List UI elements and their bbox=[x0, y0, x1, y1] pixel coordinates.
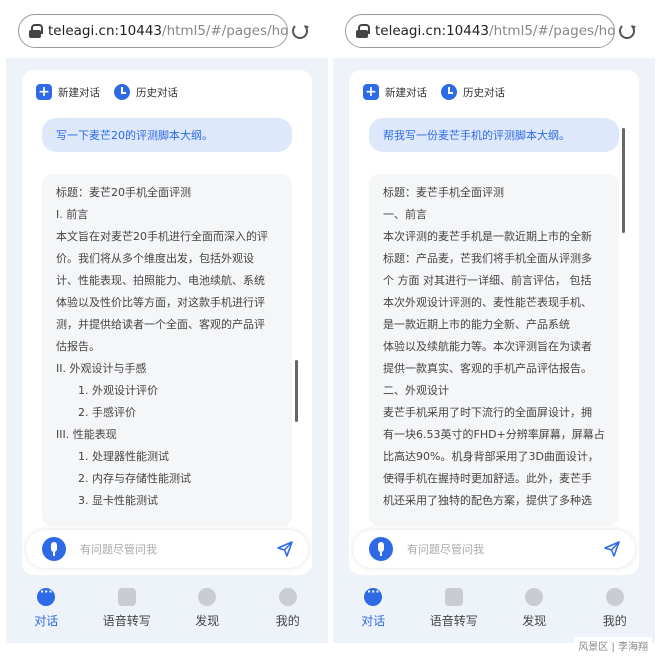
answer-line: 本次外观设计评测的、麦性能芒表现手机、 bbox=[383, 296, 592, 309]
nav-item-chat[interactable]: 对话 bbox=[11, 585, 81, 629]
watermark: 风景区 | 李海翔 bbox=[574, 637, 652, 654]
app-area: + 新建对话 历史对话 帮我写一份麦芒手机的评测脚本大纲。 标题：麦芒手机全面评… bbox=[333, 58, 655, 643]
history-label: 历史对话 bbox=[136, 86, 178, 99]
answer-line: 体验以及续航能力等。本次评测旨在为读者 bbox=[383, 340, 592, 353]
chat-input-bar bbox=[26, 530, 308, 568]
answer-line: 比高达90%。机身背部采用了3D曲面设计， bbox=[383, 450, 599, 463]
left-phone-screen: teleagi.cn:10443/html5/#/pages/hor + 新建对… bbox=[6, 0, 328, 660]
answer-line: 个 方面 对其进行一详细、前言评估， 包括 bbox=[383, 274, 592, 287]
answer-bubble: 标题：麦芒手机全面评测 一、前言 本次评测的麦芒手机是一款近期上市的全新 标题：… bbox=[369, 174, 619, 526]
answer-line: 本次评测的麦芒手机是一款近期上市的全新 bbox=[383, 230, 592, 243]
send-icon[interactable] bbox=[276, 540, 294, 558]
nav-item-profile[interactable]: 我的 bbox=[253, 588, 323, 629]
answer-line: 估报告。 bbox=[56, 340, 100, 353]
bottom-nav: 对话 语音转写 发现 我的 bbox=[333, 578, 655, 643]
answer-scrollbar[interactable] bbox=[295, 360, 298, 422]
answer-line: 标题：麦芒手机全面评测 bbox=[383, 186, 504, 199]
chat-toolbar: + 新建对话 历史对话 bbox=[36, 84, 178, 100]
nav-item-transcribe[interactable]: 语音转写 bbox=[419, 588, 489, 629]
answer-scrollbar[interactable] bbox=[622, 128, 625, 233]
answer-line: 标题：产品麦，芒我们将手机全面从评测多 bbox=[383, 252, 592, 265]
history-button[interactable]: 历史对话 bbox=[441, 84, 505, 100]
transcribe-icon bbox=[444, 588, 463, 606]
answer-line: 测，并提供给读者一个全面、客观的产品评 bbox=[56, 318, 265, 331]
answer-line: 3. 显卡性能测试 bbox=[78, 494, 158, 507]
microphone-icon[interactable] bbox=[42, 537, 66, 561]
answer-line: 2. 内存与存储性能测试 bbox=[78, 472, 191, 485]
lock-icon bbox=[29, 24, 43, 38]
url-text: teleagi.cn:10443/html5/#/pages/hor bbox=[48, 23, 287, 39]
right-phone-screen: teleagi.cn:10443/html5/#/pages/hor + 新建对… bbox=[333, 0, 655, 660]
answer-line: 标题：麦芒20手机全面评测 bbox=[56, 186, 191, 199]
answer-line: 有一块6.53英寸的FHD+分辨率屏幕，屏幕占 bbox=[383, 428, 605, 441]
microphone-icon[interactable] bbox=[369, 537, 393, 561]
user-icon bbox=[278, 588, 297, 606]
answer-line: 1. 外观设计评价 bbox=[78, 384, 158, 397]
answer-line: 计、性能表现、拍照能力、电池续航、系统 bbox=[56, 274, 265, 287]
chat-toolbar: + 新建对话 历史对话 bbox=[363, 84, 505, 100]
lock-icon bbox=[356, 24, 370, 38]
answer-line: 2. 手感评价 bbox=[78, 406, 136, 419]
compass-icon bbox=[198, 588, 217, 606]
answer-line: 价。我们将从多个维度出发，包括外观设 bbox=[56, 252, 254, 265]
answer-line: 机还采用了独特的配色方案，提供了多种选 bbox=[383, 494, 592, 507]
nav-item-discover[interactable]: 发现 bbox=[172, 588, 242, 629]
answer-line: 使得手机在握持时更加舒适。此外，麦芒手 bbox=[383, 472, 592, 485]
user-prompt-bubble: 帮我写一份麦芒手机的评测脚本大纲。 bbox=[369, 118, 619, 152]
plus-icon: + bbox=[36, 84, 52, 100]
chat-card: + 新建对话 历史对话 帮我写一份麦芒手机的评测脚本大纲。 标题：麦芒手机全面评… bbox=[349, 70, 639, 575]
reload-icon[interactable] bbox=[619, 23, 635, 39]
nav-item-chat[interactable]: 对话 bbox=[338, 585, 408, 629]
history-button[interactable]: 历史对话 bbox=[114, 84, 178, 100]
send-icon[interactable] bbox=[603, 540, 621, 558]
transcribe-icon bbox=[117, 588, 136, 606]
chat-bubble-icon bbox=[37, 585, 56, 606]
user-prompt-bubble: 写一下麦芒20的评测脚本大纲。 bbox=[42, 118, 292, 152]
answer-line: 提供一款真实、客观的手机产品评估报告。 bbox=[383, 362, 592, 375]
answer-line: 是一款近期上市的能力全新、产品系统 bbox=[383, 318, 570, 331]
answer-line: 1. 处理器性能测试 bbox=[78, 450, 169, 463]
answer-line: I. 前言 bbox=[56, 208, 89, 221]
clock-icon bbox=[441, 84, 457, 100]
nav-item-profile[interactable]: 我的 bbox=[580, 588, 650, 629]
clock-icon bbox=[114, 84, 130, 100]
nav-item-discover[interactable]: 发现 bbox=[499, 588, 569, 629]
answer-line: 二、外观设计 bbox=[383, 384, 449, 397]
answer-line: 体验以及性价比等方面，对这款手机进行评 bbox=[56, 296, 265, 309]
url-text: teleagi.cn:10443/html5/#/pages/hor bbox=[375, 23, 614, 39]
new-chat-label: 新建对话 bbox=[58, 86, 100, 99]
answer-line: 麦芒手机采用了时下流行的全面屏设计，拥 bbox=[383, 406, 592, 419]
answer-line: 一、前言 bbox=[383, 208, 427, 221]
answer-line: III. 性能表现 bbox=[56, 428, 117, 441]
reload-icon[interactable] bbox=[292, 23, 308, 39]
bottom-nav: 对话 语音转写 发现 我的 bbox=[6, 578, 328, 643]
chat-input[interactable] bbox=[407, 542, 587, 556]
new-chat-button[interactable]: + 新建对话 bbox=[36, 84, 100, 100]
answer-line: II. 外观设计与手感 bbox=[56, 362, 147, 375]
address-bar[interactable]: teleagi.cn:10443/html5/#/pages/hor bbox=[18, 14, 288, 48]
answer-bubble: 标题：麦芒20手机全面评测 I. 前言 本文旨在对麦芒20手机进行全面而深入的评… bbox=[42, 174, 292, 526]
nav-item-transcribe[interactable]: 语音转写 bbox=[92, 588, 162, 629]
history-label: 历史对话 bbox=[463, 86, 505, 99]
app-area: + 新建对话 历史对话 写一下麦芒20的评测脚本大纲。 标题：麦芒20手机全面评… bbox=[6, 58, 328, 643]
chat-bubble-icon bbox=[364, 585, 383, 606]
new-chat-button[interactable]: + 新建对话 bbox=[363, 84, 427, 100]
compass-icon bbox=[525, 588, 544, 606]
plus-icon: + bbox=[363, 84, 379, 100]
answer-line: 本文旨在对麦芒20手机进行全面而深入的评 bbox=[56, 230, 268, 243]
chat-input[interactable] bbox=[80, 542, 260, 556]
new-chat-label: 新建对话 bbox=[385, 86, 427, 99]
chat-card: + 新建对话 历史对话 写一下麦芒20的评测脚本大纲。 标题：麦芒20手机全面评… bbox=[22, 70, 312, 575]
address-bar[interactable]: teleagi.cn:10443/html5/#/pages/hor bbox=[345, 14, 615, 48]
user-icon bbox=[605, 588, 624, 606]
chat-input-bar bbox=[353, 530, 635, 568]
